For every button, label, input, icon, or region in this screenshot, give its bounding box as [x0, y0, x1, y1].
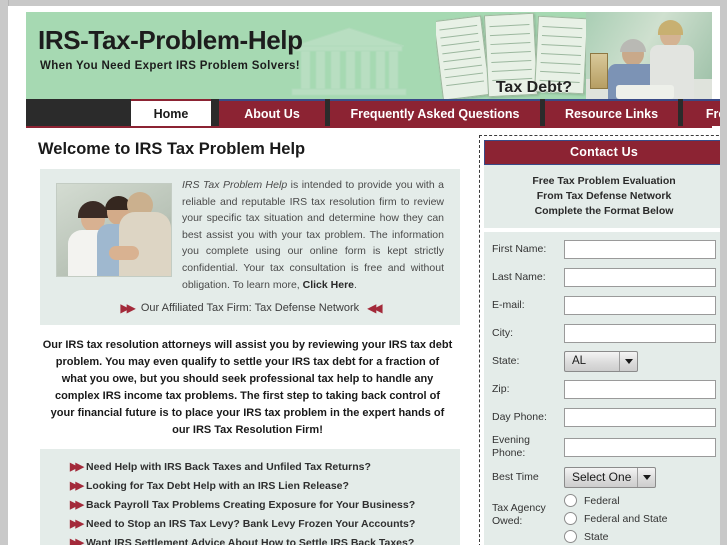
- state-label: State:: [492, 354, 520, 367]
- list-item[interactable]: ▶▶ Want IRS Settlement Advice About How t…: [70, 533, 460, 545]
- radio-icon[interactable]: [564, 512, 577, 525]
- radio-option-state[interactable]: State: [564, 530, 716, 543]
- double-arrow-left-icon: ◀◀: [367, 301, 383, 316]
- highlight-paragraph: Our IRS tax resolution attorneys will as…: [42, 339, 453, 437]
- intro-paragraph: IRS Tax Problem Help is intended to prov…: [182, 177, 460, 293]
- intro-body-2: .: [354, 278, 357, 291]
- banner-caption: Tax Debt?: [495, 79, 572, 96]
- happy-couple-photo: [56, 183, 172, 277]
- site-title: IRS-Tax-Problem-Help: [38, 25, 303, 55]
- evening-phone-label: Evening Phone:: [492, 434, 530, 459]
- radio-label: State: [584, 530, 609, 543]
- evening-phone-input[interactable]: [564, 437, 716, 457]
- intro-panel: IRS Tax Problem Help is intended to prov…: [40, 169, 460, 326]
- last-name-label: Last Name:: [492, 270, 546, 283]
- radio-option-federal-and-state[interactable]: Federal and State: [564, 512, 716, 525]
- day-phone-input[interactable]: [564, 407, 716, 427]
- intro-body-1: is intended to provide you with a reliab…: [182, 179, 444, 291]
- best-time-label: Best Time: [492, 470, 539, 483]
- city-label: City:: [492, 326, 513, 339]
- field-row-email: E-mail:: [492, 294, 716, 316]
- list-item-label: Need to Stop an IRS Tax Levy? Bank Levy …: [86, 518, 416, 531]
- tax-agency-radio-group: Federal Federal and State State: [564, 494, 716, 545]
- page-title: Welcome to IRS Tax Problem Help: [38, 140, 306, 158]
- main-navigation: Home About Us Frequently Asked Questions…: [26, 99, 720, 128]
- contact-panel-subtitle: Free Tax Problem Evaluation From Tax Def…: [484, 165, 720, 228]
- page-root: IRS-Tax-Problem-Help When You Need Exper…: [8, 6, 720, 545]
- bullet-arrow-icon: ▶▶: [70, 461, 84, 474]
- field-row-zip: Zip:: [492, 378, 716, 400]
- radio-label: Federal: [584, 494, 620, 507]
- double-arrow-right-icon: ▶▶: [120, 301, 136, 316]
- list-item[interactable]: ▶▶ Need to Stop an IRS Tax Levy? Bank Lev…: [70, 514, 460, 533]
- chevron-down-icon: [637, 467, 655, 487]
- list-item[interactable]: ▶▶ Back Payroll Tax Problems Creating Exp…: [70, 495, 460, 514]
- bullet-arrow-icon: ▶▶: [70, 499, 84, 512]
- best-time-select[interactable]: Select One: [564, 466, 656, 488]
- field-row-state: State: AL: [492, 350, 716, 372]
- day-phone-label: Day Phone:: [492, 410, 547, 423]
- nav-tab-frequently-asked-questions[interactable]: Frequently Asked Questions: [330, 99, 540, 126]
- list-item[interactable]: ▶▶ Looking for Tax Debt Help with an IRS …: [70, 476, 460, 495]
- radio-option-federal[interactable]: Federal: [564, 494, 716, 507]
- first-name-label: First Name:: [492, 242, 547, 255]
- radio-label: Federal and State: [584, 512, 668, 525]
- field-row-last-name: Last Name:: [492, 266, 716, 288]
- city-input[interactable]: [564, 323, 716, 343]
- contact-panel: Contact Us Free Tax Problem Evaluation F…: [479, 135, 720, 545]
- bullet-arrow-icon: ▶▶: [70, 537, 84, 545]
- list-item[interactable]: ▶▶ Need Help with IRS Back Taxes and Unfi…: [70, 457, 460, 476]
- field-row-best-time: Best Time Select One: [492, 466, 716, 488]
- click-here-link[interactable]: Click Here: [303, 279, 354, 291]
- greek-temple-watermark: [291, 27, 407, 96]
- zip-input[interactable]: [564, 379, 716, 399]
- best-time-select-value: Select One: [572, 470, 632, 484]
- radio-icon[interactable]: [564, 530, 577, 543]
- main-area: Welcome to IRS Tax Problem Help IRS Tax …: [26, 128, 720, 545]
- field-row-tax-agency-owed: Tax Agency Owed: Federal Federal and Sta…: [492, 494, 716, 545]
- field-row-first-name: First Name:: [492, 238, 716, 260]
- tax-agency-owed-label: Tax Agency Owed:: [492, 502, 546, 527]
- email-input[interactable]: [564, 295, 716, 315]
- nav-tab-about-us[interactable]: About Us: [219, 99, 325, 126]
- contact-subtitle-line-3: Complete the Format Below: [534, 205, 674, 217]
- last-name-input[interactable]: [564, 267, 716, 287]
- list-item-label: Back Payroll Tax Problems Creating Expos…: [86, 499, 416, 512]
- contact-form: First Name: Last Name: E-mail: City: Sta…: [484, 232, 720, 545]
- affiliated-firm-label[interactable]: Our Affiliated Tax Firm: Tax Defense Net…: [141, 302, 359, 314]
- content-column: Welcome to IRS Tax Problem Help IRS Tax …: [26, 128, 471, 545]
- questions-list: ▶▶ Need Help with IRS Back Taxes and Unfi…: [40, 449, 460, 545]
- nav-tab-home[interactable]: Home: [131, 99, 211, 126]
- couple-reviewing-photo: [586, 12, 712, 99]
- state-select-value: AL: [572, 355, 587, 367]
- bullet-arrow-icon: ▶▶: [70, 518, 84, 531]
- state-select[interactable]: AL: [564, 350, 638, 372]
- email-label: E-mail:: [492, 298, 525, 311]
- nav-tab-free-consultation[interactable]: Free Consultation: [683, 99, 720, 126]
- nav-tab-resource-links[interactable]: Resource Links: [545, 99, 678, 126]
- radio-icon[interactable]: [564, 494, 577, 507]
- list-item-label: Looking for Tax Debt Help with an IRS Li…: [86, 480, 349, 493]
- contact-panel-header: Contact Us: [484, 140, 720, 165]
- affiliated-firm-row: ▶▶ Our Affiliated Tax Firm: Tax Defense N…: [40, 293, 460, 319]
- first-name-input[interactable]: [564, 239, 716, 259]
- site-tagline: When You Need Expert IRS Problem Solvers…: [40, 60, 300, 72]
- list-item-label: Want IRS Settlement Advice About How to …: [86, 537, 415, 545]
- field-row-evening-phone: Evening Phone:: [492, 434, 716, 460]
- zip-label: Zip:: [492, 382, 510, 395]
- browser-viewport: IRS-Tax-Problem-Help When You Need Exper…: [0, 0, 727, 545]
- bullet-arrow-icon: ▶▶: [70, 480, 84, 493]
- contact-subtitle-line-1: Free Tax Problem Evaluation: [532, 175, 676, 187]
- contact-subtitle-line-2: From Tax Defense Network: [536, 190, 672, 202]
- site-banner: IRS-Tax-Problem-Help When You Need Exper…: [26, 12, 712, 99]
- list-item-label: Need Help with IRS Back Taxes and Unfile…: [86, 461, 371, 474]
- chevron-down-icon: [619, 351, 637, 371]
- intro-em-lead: IRS Tax Problem Help: [182, 179, 288, 191]
- field-row-day-phone: Day Phone:: [492, 406, 716, 428]
- field-row-city: City:: [492, 322, 716, 344]
